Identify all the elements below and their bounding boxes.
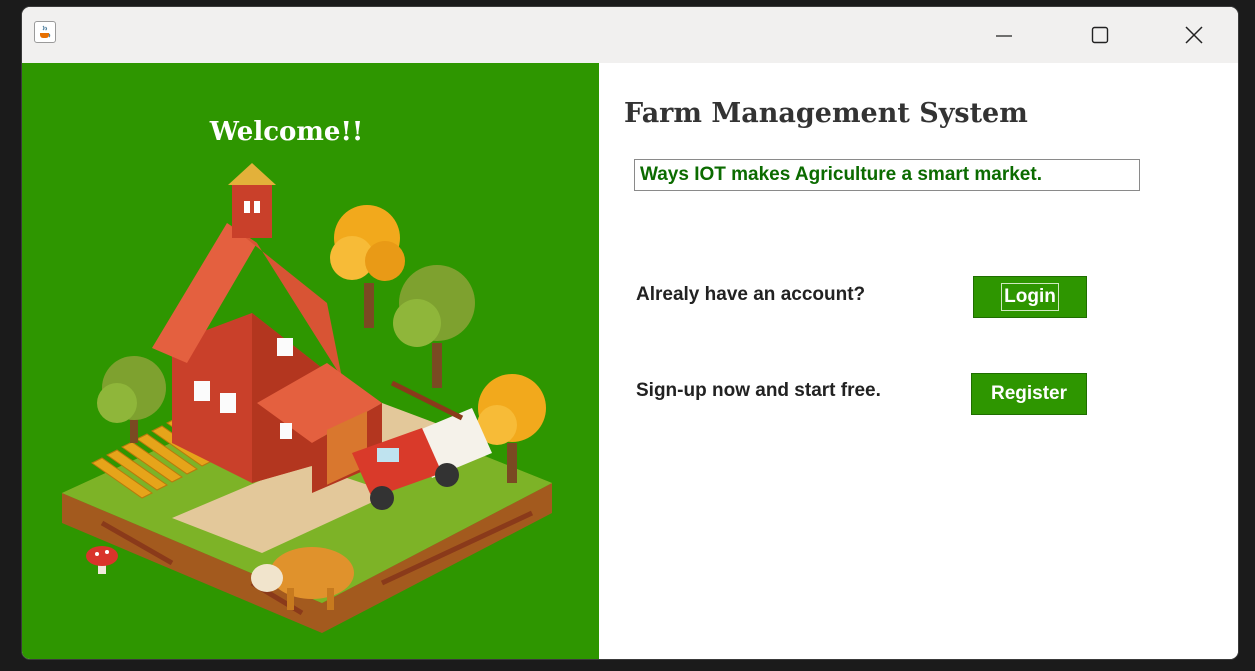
- farm-illustration: [62, 163, 552, 633]
- welcome-heading: Welcome!!: [209, 117, 364, 147]
- register-button-label: Register: [990, 383, 1068, 404]
- title-bar[interactable]: [22, 7, 1238, 63]
- minimize-button[interactable]: [972, 7, 1036, 63]
- login-prompt: Alrealy have an account?: [636, 284, 866, 305]
- tagline-field: Ways IOT makes Agriculture a smart marke…: [634, 159, 1140, 191]
- page-title: Farm Management System: [624, 98, 1028, 129]
- java-cup-icon[interactable]: [34, 21, 56, 43]
- app-window: Welcome!! Farm Management System Ways IO…: [22, 7, 1238, 659]
- maximize-icon: [1091, 26, 1109, 44]
- login-button-label: Login: [1001, 283, 1059, 311]
- register-button[interactable]: Register: [971, 373, 1087, 415]
- maximize-button[interactable]: [1068, 7, 1132, 63]
- minimize-icon: [996, 35, 1012, 37]
- signup-prompt: Sign-up now and start free.: [636, 380, 881, 401]
- close-button[interactable]: [1162, 7, 1226, 63]
- welcome-panel: Welcome!!: [22, 63, 599, 659]
- main-panel: Farm Management System Ways IOT makes Ag…: [599, 63, 1238, 659]
- login-button[interactable]: Login: [973, 276, 1087, 318]
- close-icon: [1185, 26, 1203, 44]
